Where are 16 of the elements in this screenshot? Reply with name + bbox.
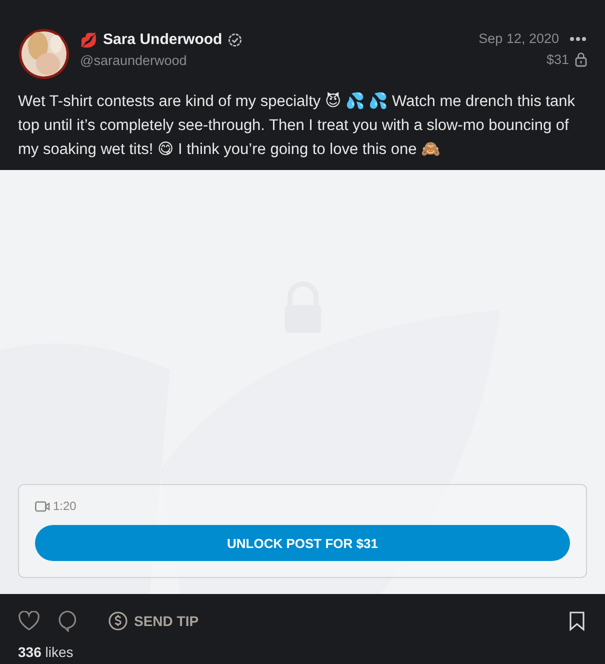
post-price: $31	[546, 52, 569, 67]
bookmark-button[interactable]	[569, 611, 585, 631]
comment-button[interactable]	[58, 610, 78, 632]
more-icon[interactable]	[569, 36, 587, 42]
dollar-icon	[108, 611, 128, 631]
author-handle[interactable]: @saraunderwood	[80, 53, 469, 68]
video-duration: 1:20	[53, 499, 76, 513]
like-button[interactable]	[18, 611, 40, 631]
likes-count: 336 likes	[17, 643, 74, 662]
lips-emoji: 💋	[80, 32, 97, 48]
video-icon	[35, 500, 50, 512]
unlock-button[interactable]: UNLOCK POST FOR $31	[35, 525, 570, 561]
post-text: Wet T-shirt contests are kind of my specialty 😈 💦 💦 Watch me drench this tank top until it’s completely see-through. Then I treat you with a slow-mo bouncing of my soaking wet tits! 😋 I think you’re going to love this one 🙈	[18, 91, 575, 160]
author-name[interactable]: Sara Underwood	[103, 31, 222, 48]
send-tip-button[interactable]: SEND TIP	[108, 611, 199, 631]
post-date: Sep 12, 2020	[478, 31, 559, 46]
